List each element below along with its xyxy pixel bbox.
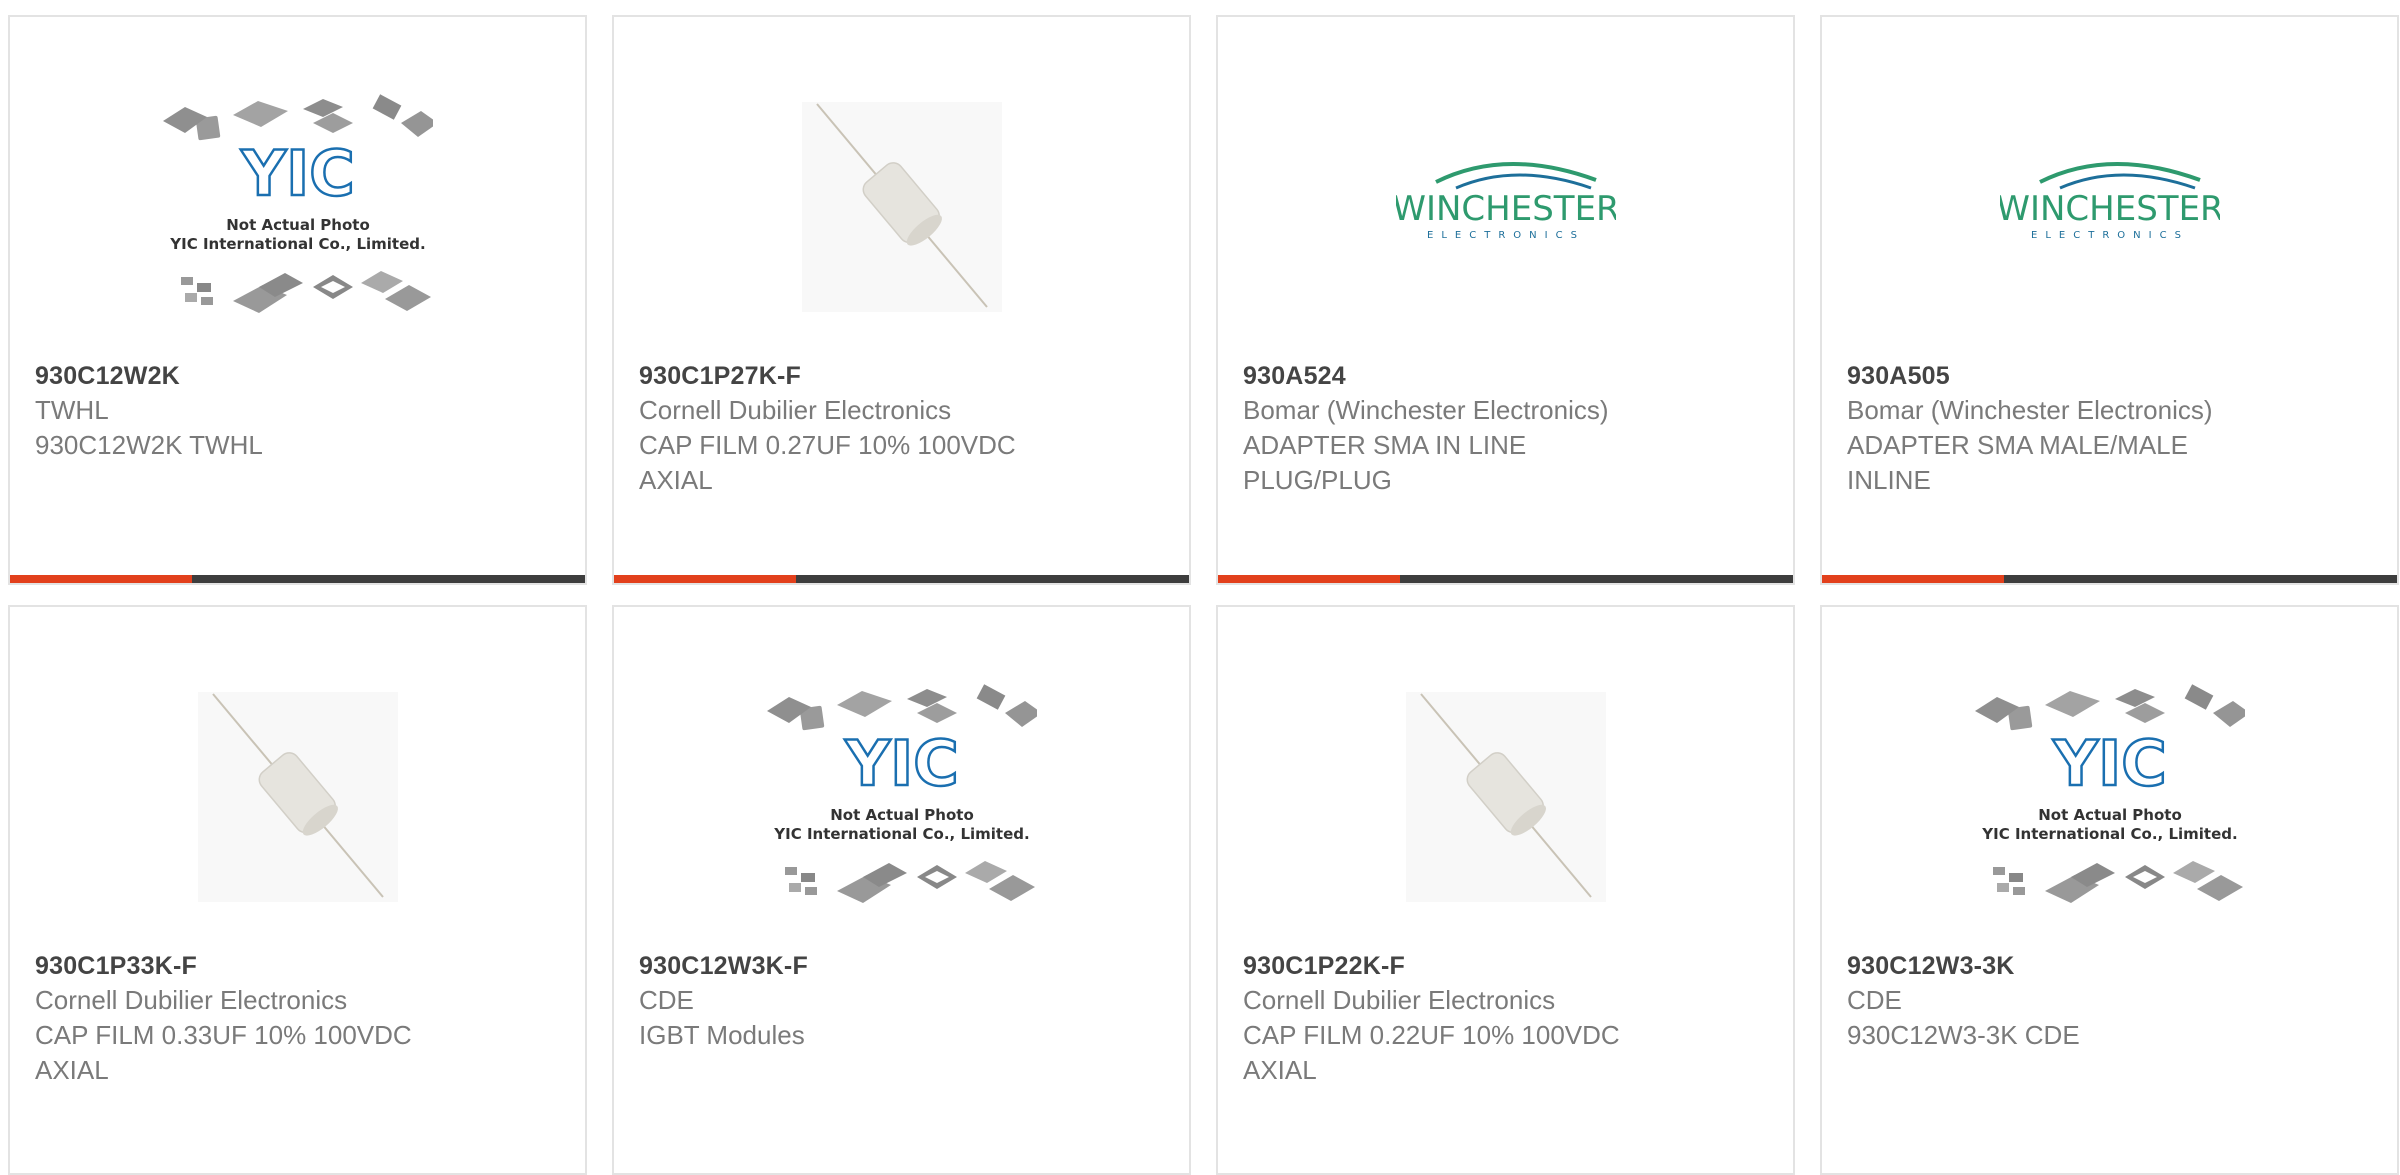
axial-capacitor-image xyxy=(1405,692,1606,902)
product-card[interactable]: YIC Not Actual Photo YIC International C… xyxy=(1820,605,2399,1175)
product-card[interactable]: 930C1P27K-F Cornell Dubilier Electronics… xyxy=(612,15,1191,585)
product-card[interactable]: 930C1P22K-F Cornell Dubilier Electronics… xyxy=(1216,605,1795,1175)
yic-logo-text: YIC xyxy=(2052,727,2166,800)
product-image[interactable]: WINCHESTER ELECTRONICS xyxy=(1218,72,1793,342)
part-number-link[interactable]: 930A524 xyxy=(1243,359,1773,393)
yic-placeholder-image: YIC Not Actual Photo YIC International C… xyxy=(766,684,1037,903)
product-card[interactable]: YIC Not Actual Photo YIC International C… xyxy=(8,15,587,585)
product-info: 930C12W3-3K CDE 930C12W3-3K CDE xyxy=(1847,949,2377,1053)
manufacturer-label: Cornell Dubilier Electronics xyxy=(1243,985,1556,1015)
axial-capacitor-image xyxy=(197,692,398,902)
part-number-link[interactable]: 930C1P27K-F xyxy=(639,359,1169,393)
part-number-link[interactable]: 930C1P33K-F xyxy=(35,949,565,983)
product-image[interactable]: YIC Not Actual Photo YIC International C… xyxy=(1822,662,2397,932)
not-actual-photo-label: Not Actual Photo xyxy=(226,216,370,234)
winchester-tagline: ELECTRONICS xyxy=(1427,230,1585,241)
description-label: CAP FILM 0.22UF 10% 100VDC AXIAL xyxy=(1243,1020,1620,1085)
description-label: CAP FILM 0.27UF 10% 100VDC AXIAL xyxy=(639,430,1016,495)
product-image[interactable]: YIC Not Actual Photo YIC International C… xyxy=(10,72,585,342)
product-image[interactable]: YIC Not Actual Photo YIC International C… xyxy=(614,662,1189,932)
description-label: 930C12W2K TWHL xyxy=(35,430,263,460)
manufacturer-label: CDE xyxy=(639,985,694,1015)
product-image[interactable] xyxy=(10,662,585,932)
product-card[interactable]: WINCHESTER ELECTRONICS 930A505 Bomar (Wi… xyxy=(1820,15,2399,585)
part-number-link[interactable]: 930A505 xyxy=(1847,359,2377,393)
description-label: IGBT Modules xyxy=(639,1020,805,1050)
product-info: 930C1P27K-F Cornell Dubilier Electronics… xyxy=(639,359,1169,498)
product-image[interactable] xyxy=(1218,662,1793,932)
winchester-logo-image: WINCHESTER ELECTRONICS xyxy=(2000,162,2220,241)
description-label: ADAPTER SMA IN LINE PLUG/PLUG xyxy=(1243,430,1527,495)
product-card[interactable]: WINCHESTER ELECTRONICS 930A524 Bomar (Wi… xyxy=(1216,15,1795,585)
yic-logo-text: YIC xyxy=(240,137,354,210)
axial-capacitor-image xyxy=(801,102,1002,312)
manufacturer-label: Cornell Dubilier Electronics xyxy=(35,985,348,1015)
card-footer-bar xyxy=(614,575,1189,583)
winchester-wordmark: WINCHESTER xyxy=(1396,189,1616,229)
manufacturer-label: Cornell Dubilier Electronics xyxy=(639,395,952,425)
product-info: 930A524 Bomar (Winchester Electronics) A… xyxy=(1243,359,1773,498)
manufacturer-label: TWHL xyxy=(35,395,109,425)
yic-company-label: YIC International Co., Limited. xyxy=(773,825,1029,843)
description-label: ADAPTER SMA MALE/MALE INLINE xyxy=(1847,430,2188,495)
product-image[interactable] xyxy=(614,72,1189,342)
yic-logo-text: YIC xyxy=(844,727,958,800)
part-number-link[interactable]: 930C12W2K xyxy=(35,359,565,393)
card-footer-bar xyxy=(1218,575,1793,583)
manufacturer-label: CDE xyxy=(1847,985,1902,1015)
yic-company-label: YIC International Co., Limited. xyxy=(1981,825,2237,843)
product-info: 930C1P33K-F Cornell Dubilier Electronics… xyxy=(35,949,565,1088)
card-accent-bar xyxy=(1822,575,2004,583)
product-image[interactable]: WINCHESTER ELECTRONICS xyxy=(1822,72,2397,342)
product-card[interactable]: 930C1P33K-F Cornell Dubilier Electronics… xyxy=(8,605,587,1175)
card-footer-bar xyxy=(10,575,585,583)
product-info: 930C12W3K-F CDE IGBT Modules xyxy=(639,949,1169,1053)
card-accent-bar xyxy=(10,575,192,583)
yic-placeholder-image: YIC Not Actual Photo YIC International C… xyxy=(1974,684,2245,903)
card-accent-bar xyxy=(614,575,796,583)
not-actual-photo-label: Not Actual Photo xyxy=(830,806,974,824)
description-label: 930C12W3-3K CDE xyxy=(1847,1020,2080,1050)
card-accent-bar xyxy=(1218,575,1400,583)
product-info: 930C12W2K TWHL 930C12W2K TWHL xyxy=(35,359,565,463)
yic-company-label: YIC International Co., Limited. xyxy=(169,235,425,253)
product-info: 930C1P22K-F Cornell Dubilier Electronics… xyxy=(1243,949,1773,1088)
part-number-link[interactable]: 930C12W3K-F xyxy=(639,949,1169,983)
card-footer-bar xyxy=(1822,575,2397,583)
yic-placeholder-image: YIC Not Actual Photo YIC International C… xyxy=(162,94,433,313)
winchester-wordmark: WINCHESTER xyxy=(2000,189,2220,229)
winchester-tagline: ELECTRONICS xyxy=(2031,230,2189,241)
manufacturer-label: Bomar (Winchester Electronics) xyxy=(1243,395,1609,425)
part-number-link[interactable]: 930C12W3-3K xyxy=(1847,949,2377,983)
product-info: 930A505 Bomar (Winchester Electronics) A… xyxy=(1847,359,2377,498)
winchester-logo-image: WINCHESTER ELECTRONICS xyxy=(1396,162,1616,241)
product-grid: YIC Not Actual Photo YIC International C… xyxy=(8,15,2399,1175)
description-label: CAP FILM 0.33UF 10% 100VDC AXIAL xyxy=(35,1020,412,1085)
product-card[interactable]: YIC Not Actual Photo YIC International C… xyxy=(612,605,1191,1175)
not-actual-photo-label: Not Actual Photo xyxy=(2038,806,2182,824)
manufacturer-label: Bomar (Winchester Electronics) xyxy=(1847,395,2213,425)
part-number-link[interactable]: 930C1P22K-F xyxy=(1243,949,1773,983)
